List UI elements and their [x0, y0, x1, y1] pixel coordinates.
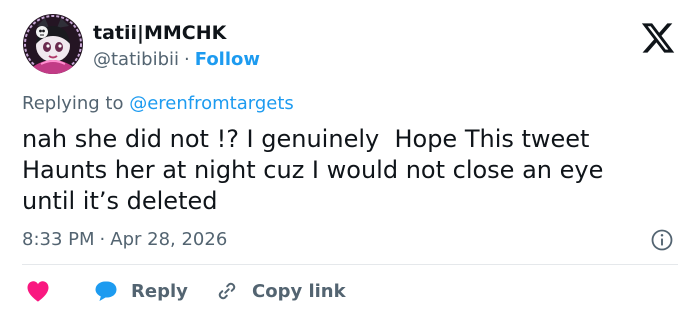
- tweet-timestamp[interactable]: 8:33 PM · Apr 28, 2026: [22, 229, 227, 251]
- handle-separator: ·: [184, 49, 190, 70]
- tweet-embed-card: tatii|MMCHK @tatibibii · Follow Replying t…: [0, 0, 700, 318]
- follow-button[interactable]: Follow: [195, 49, 260, 70]
- author-handle-row: @tatibibii · Follow: [93, 49, 260, 71]
- author-display-name[interactable]: tatii|MMCHK: [93, 22, 226, 44]
- heart-icon: [27, 281, 49, 302]
- tweet-text-line: Haunts her at night cuz I would not clos…: [22, 156, 604, 184]
- reply-button-label: Reply: [131, 280, 188, 302]
- tweet-text: nah she did not !? I genuinely Hope This…: [22, 124, 682, 217]
- info-icon[interactable]: [650, 228, 674, 252]
- tweet-date: Apr 28, 2026: [110, 229, 228, 250]
- reply-button[interactable]: Reply: [94, 277, 188, 305]
- tweet-text-line: nah she did not !? I genuinely Hope This…: [22, 125, 590, 153]
- tweet-time: 8:33 PM: [22, 229, 95, 250]
- reply-mention-link[interactable]: @erenfromtargets: [129, 93, 294, 114]
- x-logo-icon[interactable]: [638, 20, 678, 56]
- avatar[interactable]: [23, 14, 83, 74]
- copy-link-label: Copy link: [252, 280, 346, 302]
- author-handle[interactable]: @tatibibii: [93, 49, 179, 70]
- reply-context-prefix: Replying to: [22, 93, 124, 114]
- divider: [22, 264, 678, 265]
- timestamp-separator: ·: [99, 229, 106, 250]
- link-icon: [218, 282, 236, 300]
- like-button[interactable]: [26, 280, 50, 302]
- tweet-text-line: until it’s deleted: [22, 187, 218, 215]
- speech-bubble-icon: [95, 281, 117, 301]
- copy-link-button[interactable]: Copy link: [215, 277, 346, 305]
- reply-context: Replying to @erenfromtargets: [22, 93, 294, 115]
